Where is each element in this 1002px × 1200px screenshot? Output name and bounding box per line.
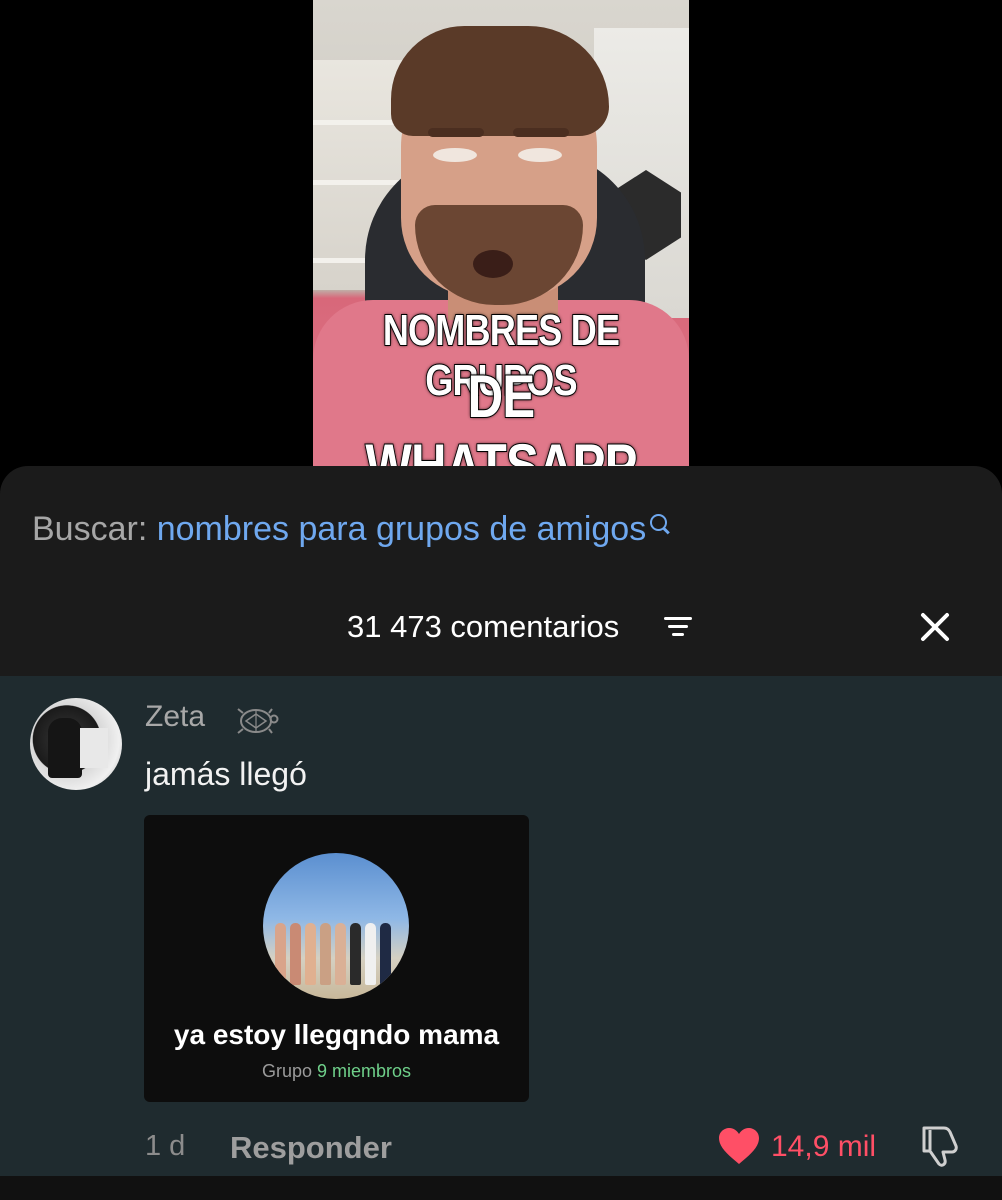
video-player[interactable]: NOMBRES DE GRUPOS DE WHATSAPP xyxy=(0,0,1002,466)
search-query[interactable]: nombres para grupos de amigos xyxy=(157,510,647,548)
avatar[interactable] xyxy=(30,698,122,790)
thumbs-down-icon xyxy=(922,1126,958,1167)
sort-icon[interactable] xyxy=(664,616,692,638)
search-icon xyxy=(648,510,672,540)
comments-sheet: Buscar: nombres para grupos de amigos 31… xyxy=(0,466,1002,1200)
bottom-bar xyxy=(0,1176,1002,1200)
like-button[interactable]: 14,9 mil xyxy=(717,1124,892,1168)
comment-text: jamás llegó xyxy=(145,756,307,792)
dislike-button[interactable] xyxy=(916,1124,964,1168)
comment-username[interactable]: Zeta xyxy=(145,700,205,734)
comment-time: 1 d xyxy=(145,1130,186,1162)
related-search-link[interactable]: Buscar: nombres para grupos de amigos xyxy=(32,510,672,549)
like-count: 14,9 mil xyxy=(771,1130,877,1163)
group-type: Grupo xyxy=(261,1061,312,1081)
reply-button[interactable]: Responder xyxy=(230,1130,392,1166)
heart-icon xyxy=(719,1128,759,1164)
group-name: ya estoy llegqndo mama xyxy=(173,1019,500,1050)
group-meta: Grupo 9 miembros xyxy=(144,1061,529,1082)
video-caption-line2: DE WHATSAPP xyxy=(365,362,639,466)
group-photo xyxy=(263,853,409,999)
comment-count: 31 473 comentarios xyxy=(347,609,620,644)
close-icon[interactable] xyxy=(914,606,956,648)
video-thumbnail: NOMBRES DE GRUPOS DE WHATSAPP xyxy=(313,0,689,466)
whatsapp-group-card[interactable]: ya estoy llegqndo mama Grupo 9 miembros xyxy=(144,815,529,1102)
turtle-icon xyxy=(237,708,279,734)
group-members-count: 9 miembros xyxy=(317,1061,412,1081)
comments-header: 31 473 comentarios xyxy=(0,606,1002,646)
search-prefix: Buscar: xyxy=(32,510,148,548)
comment-item: Zeta jamás llegó ya estoy llegqndo mama xyxy=(0,676,1002,1176)
